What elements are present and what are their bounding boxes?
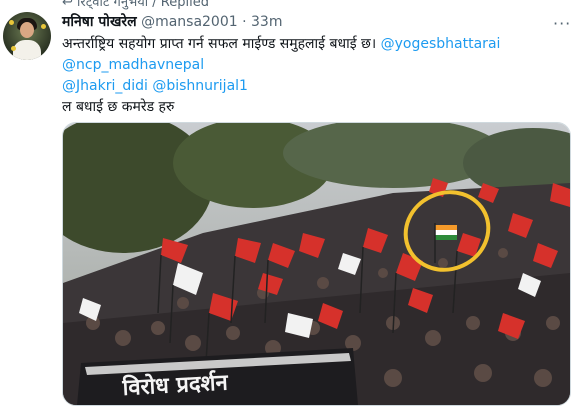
social-context-label: रिट्वीट गर्नुभयो / Replied bbox=[77, 0, 209, 10]
mention-link[interactable]: @yogesbhattarai bbox=[381, 36, 501, 52]
tweet-header: मनिषा पोखरेल @mansa2001 · 33m bbox=[62, 12, 282, 31]
mention-link[interactable]: @Jhakri_didi bbox=[62, 78, 148, 94]
mention-link[interactable]: @ncp_madhavnepal bbox=[62, 57, 204, 73]
protest-photo: विरोध प्रदर्शन bbox=[63, 123, 570, 405]
social-context: ↩ रिट्वीट गर्नुभयो / Replied bbox=[62, 0, 209, 10]
tweet-text-line: ल बधाई छ कमरेड हरु bbox=[62, 99, 175, 115]
tweet-text-line: अन्तर्राष्ट्रिय सहयोग प्राप्त गर्न सफल म… bbox=[62, 36, 377, 52]
more-horizontal-icon[interactable]: ··· bbox=[553, 14, 571, 33]
reply-icon: ↩ bbox=[62, 0, 73, 10]
mention-link[interactable]: @bishnurijal1 bbox=[152, 78, 248, 94]
display-name[interactable]: मनिषा पोखरेल bbox=[62, 14, 137, 30]
tweet-text: अन्तर्राष्ट्रिय सहयोग प्राप्त गर्न सफल म… bbox=[62, 34, 577, 118]
separator: · bbox=[242, 14, 247, 30]
tweet-photo[interactable]: विरोध प्रदर्शन bbox=[62, 122, 571, 406]
avatar[interactable] bbox=[3, 12, 51, 60]
user-handle[interactable]: @mansa2001 bbox=[141, 14, 238, 30]
timestamp[interactable]: 33m bbox=[251, 14, 282, 30]
